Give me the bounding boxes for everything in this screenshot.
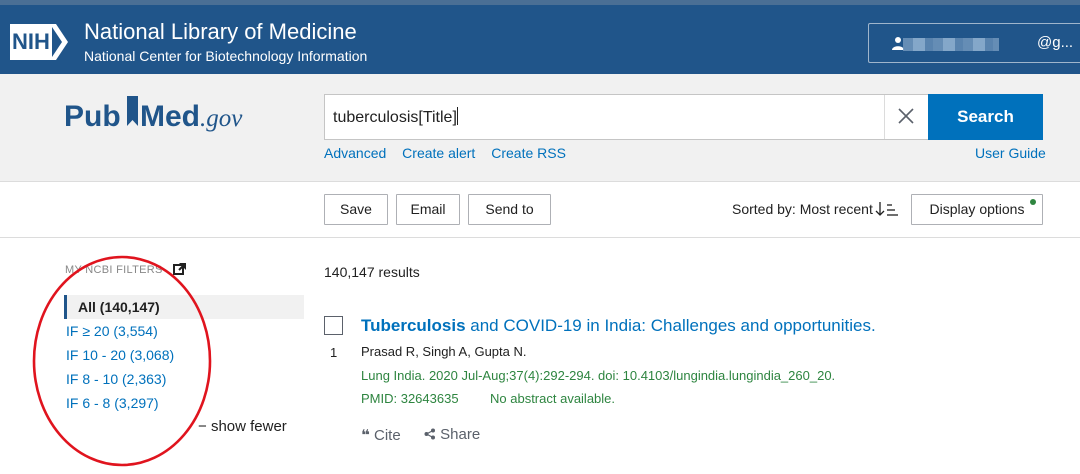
pubmed-logo[interactable]: Pub Med .gov [64,96,254,140]
sort-label[interactable]: Sorted by: Most recent [732,201,873,217]
nih-title[interactable]: National Library of Medicine [84,20,357,44]
result-number: 1 [330,345,338,360]
logo-pub: Pub [64,100,121,133]
result-checkbox[interactable] [324,316,343,335]
status-dot [1030,199,1036,205]
create-alert-link[interactable]: Create alert [402,145,475,161]
action-bar: Save Email Send to Sorted by: Most recen… [0,182,1080,238]
create-rss-link[interactable]: Create RSS [491,145,566,161]
result-abstract-note: No abstract available. [490,391,616,406]
show-fewer-label: show fewer [210,418,287,435]
account-email: @g... [1037,34,1074,51]
nih-subtitle: National Center for Biotechnology Inform… [84,48,368,64]
search-button[interactable]: Search [928,94,1043,140]
search-links: Advanced Create alert Create RSS [324,145,578,161]
display-options-button[interactable]: Display options [911,194,1043,225]
result-authors: Prasad R, Singh A, Gupta N. [361,344,527,359]
email-button[interactable]: Email [396,194,460,225]
sort-order-icon[interactable] [875,201,899,217]
share-label: Share [440,426,481,443]
account-button[interactable]: @g... [868,23,1080,63]
cite-button[interactable]: ❝ Cite [361,426,401,444]
text-caret [456,107,458,125]
nih-logo-arrow-icon [50,24,68,60]
save-button[interactable]: Save [324,194,388,225]
search-query: tuberculosis[Title] [333,109,457,126]
nih-logo-text: NIH [10,24,52,60]
nih-logo[interactable]: NIH [10,24,68,60]
result-title-link[interactable]: Tuberculosis and COVID-19 in India: Chal… [361,316,876,336]
nih-banner: NIH National Library of Medicine Nationa… [0,0,1080,74]
results-count: 140,147 results [324,264,420,280]
search-input[interactable]: tuberculosis[Title] [324,94,928,140]
user-guide-link[interactable]: User Guide [975,145,1046,161]
share-icon [424,428,435,440]
result-title-rest: and COVID-19 in India: Challenges and op… [465,316,876,335]
red-annotation-circle [32,255,212,467]
result-journal-citation: Lung India. 2020 Jul-Aug;37(4):292-294. … [361,368,836,383]
quote-icon: ❝ [361,427,370,444]
logo-gov: .gov [200,105,243,132]
logo-med: Med [140,100,200,133]
result-title-highlight: Tuberculosis [361,316,466,335]
redacted-username [903,38,999,51]
advanced-link[interactable]: Advanced [324,145,386,161]
send-to-button[interactable]: Send to [468,194,551,225]
share-button[interactable]: Share [424,426,480,443]
close-icon [898,108,914,124]
cite-label: Cite [373,427,401,444]
bookmark-icon [127,96,138,126]
clear-search-button[interactable] [884,95,928,139]
result-pmid: PMID: 32643635 [361,391,459,406]
search-band: Pub Med .gov tuberculosis[Title] Search … [0,74,1080,182]
